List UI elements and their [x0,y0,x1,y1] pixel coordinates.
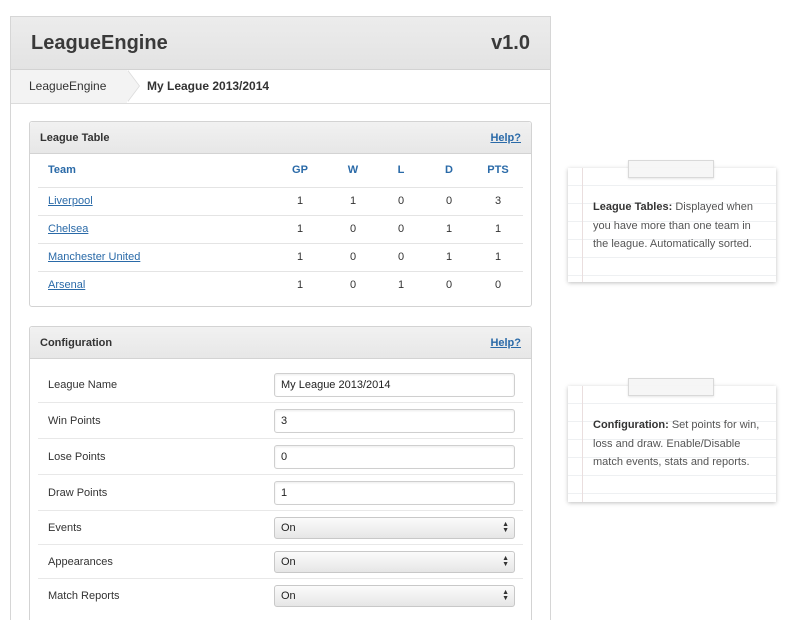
appearances-selected-value: On [281,555,296,568]
league-tables-note-title: League Tables: [593,201,673,213]
draw-points-label: Draw Points [48,486,108,499]
match-reports-select[interactable]: On ▲ ▼ [274,585,515,607]
updown-arrows-icon: ▲ ▼ [502,589,509,602]
cell-gp: 1 [271,187,329,216]
col-d[interactable]: D [425,154,473,188]
lose-points-input[interactable] [274,444,515,469]
configuration-panel: Configuration Help? League Name Win Poin… [29,326,532,620]
cell-d: 0 [445,279,453,292]
cell-pts: 0 [494,279,502,292]
tape-decoration [628,378,714,396]
cell-w: 0 [329,243,377,272]
cell-w: 0 [349,279,357,292]
draw-points-row: Draw Points [38,475,523,511]
table-header-row: Team GP W L D PTS [38,154,523,188]
cell-l: 0 [377,243,425,272]
match-reports-row: Match Reports On ▲ ▼ [38,579,523,613]
cell-d: 1 [425,215,473,244]
col-pts[interactable]: PTS [473,154,523,188]
app-window: LeagueEngine v1.0 LeagueEngine My League… [10,16,551,620]
cell-w: 0 [329,215,377,244]
league-table-header: League Table Help? [30,122,531,154]
col-team[interactable]: Team [38,154,271,188]
app-header: LeagueEngine v1.0 [11,17,550,70]
league-name-row: League Name [38,367,523,403]
league-table-help-link[interactable]: Help? [490,132,521,144]
appearances-row: Appearances On ▲ ▼ [38,545,523,579]
updown-arrows-icon: ▲ ▼ [502,520,509,534]
match-reports-selected-value: On [281,590,296,602]
appearances-label: Appearances [48,555,113,568]
win-points-input[interactable] [274,408,515,433]
configuration-note-text: Configuration: Set points for win, loss … [593,416,764,472]
league-name-input[interactable] [274,372,515,397]
cell-l: 1 [397,279,405,292]
breadcrumb-current: My League 2013/2014 [147,79,270,93]
configuration-note-title: Configuration: [593,419,669,431]
configuration-help-link[interactable]: Help? [490,337,521,349]
breadcrumb: LeagueEngine My League 2013/2014 [11,70,550,104]
league-table-panel: League Table Help? Team GP W L D PTS Liv… [29,121,532,307]
cell-gp: 1 [296,279,304,292]
tape-decoration [628,160,714,178]
cell-w: 1 [329,187,377,216]
match-reports-label: Match Reports [48,590,120,602]
col-gp[interactable]: GP [271,154,329,188]
league-name-label: League Name [48,378,118,391]
lose-points-label: Lose Points [48,450,106,463]
draw-points-input[interactable] [274,480,515,505]
league-tables-note-text: League Tables: Displayed when you have m… [593,198,764,254]
cell-l: 0 [377,215,425,244]
cell-gp: 1 [271,215,329,244]
win-points-label: Win Points [48,414,101,427]
cell-pts: 1 [473,215,523,244]
lose-points-row: Lose Points [38,439,523,475]
league-tables-note: League Tables: Displayed when you have m… [568,160,776,282]
cell-pts: 1 [473,243,523,272]
events-select[interactable]: On ▲ ▼ [274,516,515,539]
team-link[interactable]: Liverpool [48,195,93,207]
breadcrumb-separator [127,70,139,102]
cell-pts: 3 [473,187,523,216]
events-row: Events On ▲ ▼ [38,511,523,545]
team-link[interactable]: Chelsea [48,223,88,235]
table-row: Liverpool 1 1 0 0 3 [38,187,523,216]
configuration-form: League Name Win Points Lose Points Draw … [30,359,531,613]
team-link[interactable]: Manchester United [48,251,140,263]
league-table: Team GP W L D PTS Liverpool 1 1 0 0 3 Ch… [38,154,523,299]
cell-d: 0 [425,187,473,216]
table-row: Chelsea 1 0 0 1 1 [38,215,523,244]
team-link[interactable]: Arsenal [48,279,85,291]
updown-arrows-icon: ▲ ▼ [502,554,509,568]
app-version: v1.0 [491,31,530,54]
configuration-header: Configuration Help? [30,327,531,359]
configuration-note: Configuration: Set points for win, loss … [568,378,776,502]
appearances-select[interactable]: On ▲ ▼ [274,550,515,573]
col-w[interactable]: W [329,154,377,188]
table-row: Manchester United 1 0 0 1 1 [38,243,523,272]
breadcrumb-home[interactable]: LeagueEngine [11,70,127,103]
win-points-row: Win Points [38,403,523,439]
cell-l: 0 [377,187,425,216]
table-row: Arsenal 1 0 1 0 0 [38,271,523,299]
league-table-title: League Table [40,131,110,144]
events-label: Events [48,521,82,534]
configuration-title: Configuration [40,336,113,349]
events-selected-value: On [281,521,296,534]
cell-d: 1 [425,243,473,272]
col-l[interactable]: L [377,154,425,188]
cell-gp: 1 [271,243,329,272]
app-title: LeagueEngine [31,31,168,54]
